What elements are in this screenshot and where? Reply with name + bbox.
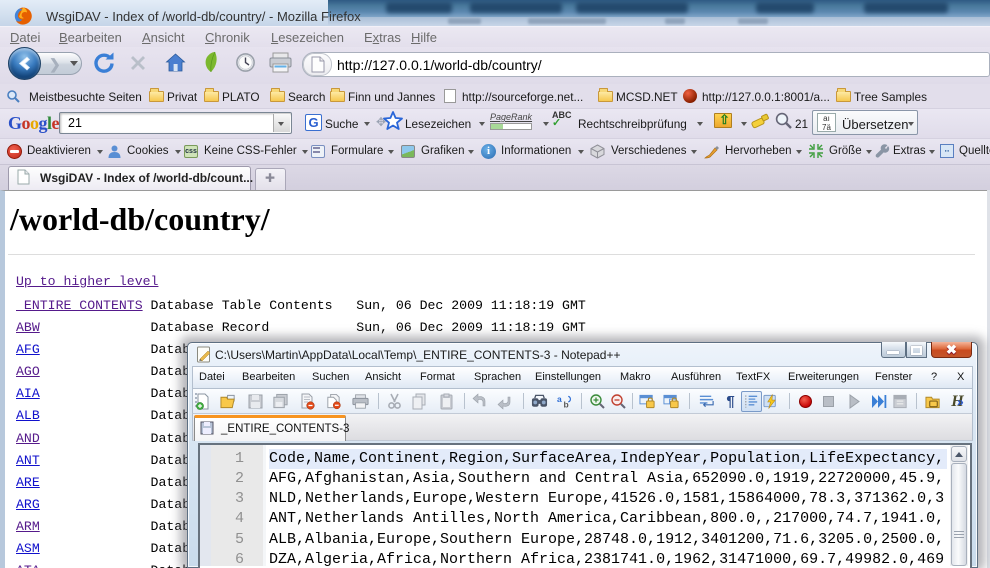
- svg-text:a: a: [557, 394, 562, 404]
- svg-text:b: b: [564, 400, 569, 410]
